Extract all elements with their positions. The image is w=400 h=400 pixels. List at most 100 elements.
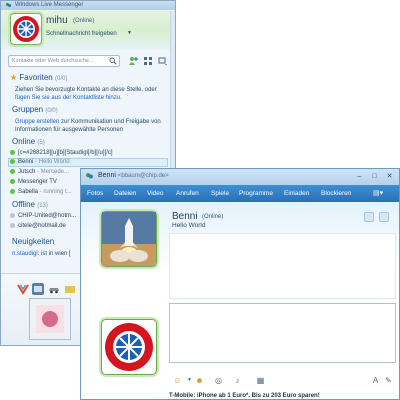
online-group-header[interactable]: Online (5) bbox=[12, 137, 45, 146]
contact-menu-button[interactable] bbox=[379, 212, 389, 222]
menu-call[interactable]: Anrufen bbox=[176, 188, 199, 199]
contact-name: [c=#268218][u][b][Staudigl[/b][/u][/c] bbox=[18, 150, 113, 156]
online-status-icon bbox=[10, 178, 15, 184]
star-icon: ★ bbox=[10, 73, 18, 82]
search-icon[interactable] bbox=[109, 57, 117, 65]
contact-status: (Online) bbox=[202, 214, 224, 220]
contact-personal-message: Hello World bbox=[172, 222, 206, 229]
contact-row[interactable]: [c=#268218][u][b][Staudigl[/b][/u][/c] bbox=[10, 149, 113, 157]
chat-window: Benni <bbaum@chip.de> – □ ✕ Fotos Dateie… bbox=[80, 168, 400, 400]
fc-bayern-logo-icon bbox=[13, 16, 39, 42]
conversation-history[interactable] bbox=[169, 233, 396, 299]
groups-title: Gruppen bbox=[12, 105, 44, 114]
main-window-title: Windows Live Messenger bbox=[15, 2, 84, 8]
contact-row[interactable]: Messenger TV bbox=[10, 178, 57, 186]
user-status[interactable]: (Online) bbox=[73, 18, 94, 24]
favorites-hint-line1: Ziehen Sie bevorzugte Kontakte an diese … bbox=[15, 87, 157, 93]
groups-header[interactable]: Gruppen (0/0) bbox=[12, 105, 58, 114]
online-title: Online bbox=[12, 137, 36, 146]
chat-title-email: <bbaum@chip.de> bbox=[117, 173, 169, 179]
car-app-icon[interactable] bbox=[48, 283, 60, 295]
minimize-button[interactable]: – bbox=[354, 172, 365, 181]
ad-banner[interactable]: T-Mobile: iPhone ab 1 Euro*. Bis zu 203 … bbox=[169, 393, 320, 399]
groups-hint-text: zur Kommunikation und Freigabe von bbox=[59, 119, 161, 125]
contact-row[interactable]: Jutsch - Mercede... bbox=[10, 168, 69, 176]
folder-app-icon[interactable] bbox=[64, 283, 76, 295]
contact-message: - Mercede... bbox=[35, 169, 70, 175]
favorites-title: Favoriten bbox=[19, 73, 53, 82]
contact-name: Sabella bbox=[18, 189, 39, 195]
handwriting-icon[interactable]: ✎ bbox=[384, 376, 393, 385]
maximize-button[interactable]: □ bbox=[369, 172, 380, 181]
menu-options-icon[interactable]: ▤▾ bbox=[373, 188, 383, 199]
add-contact-icon[interactable] bbox=[128, 56, 138, 66]
offline-status-icon bbox=[10, 222, 15, 228]
online-status-icon bbox=[10, 168, 15, 174]
contact-card-button[interactable] bbox=[364, 212, 374, 222]
menu-invite[interactable]: Einladen bbox=[284, 188, 309, 199]
main-title-bar[interactable]: Windows Live Messenger bbox=[1, 1, 175, 10]
favorites-hint-link[interactable]: fügen Sie sie aus der Kontaktliste hinzu… bbox=[15, 94, 122, 102]
groups-hint-line2: Informationen für ausgewählte Personen bbox=[15, 127, 124, 133]
nudge-icon[interactable]: ◎ bbox=[214, 376, 223, 385]
contact-name: citele@hotmail.de bbox=[18, 223, 66, 229]
menu-photos[interactable]: Fotos bbox=[87, 188, 103, 199]
groups-count: (0/0) bbox=[45, 108, 58, 114]
contact-row[interactable]: citele@hotmail.de bbox=[10, 222, 66, 230]
offline-group-header[interactable]: Offline (13) bbox=[12, 200, 48, 209]
menu-files[interactable]: Dateien bbox=[114, 188, 136, 199]
contact-display-picture[interactable] bbox=[101, 211, 157, 267]
create-group-link[interactable]: Gruppe erstellen bbox=[15, 119, 59, 125]
online-status-icon bbox=[10, 158, 15, 164]
close-button[interactable]: ✕ bbox=[384, 172, 395, 181]
menu-programs[interactable]: Programme bbox=[239, 188, 273, 199]
news-user-link[interactable]: n.staudigl bbox=[12, 251, 38, 257]
menu-block[interactable]: Blockieren bbox=[321, 188, 351, 199]
favorites-header[interactable]: ★ Favoriten (0/0) bbox=[10, 73, 67, 82]
personal-message-dropdown-icon[interactable]: ▼ bbox=[127, 30, 132, 36]
space-shuttle-launch-icon bbox=[102, 212, 156, 266]
user-display-name[interactable]: mihu bbox=[46, 15, 68, 26]
user-personal-message[interactable]: Schnellnachricht freigeben bbox=[46, 31, 117, 37]
chat-window-title: Benni <bbaum@chip.de> bbox=[98, 172, 169, 179]
online-count: (5) bbox=[37, 140, 45, 146]
contact-row[interactable]: Benni - Hello World bbox=[10, 158, 70, 166]
contact-name: Jutsch bbox=[18, 169, 36, 175]
contact-message: - Hello World bbox=[33, 159, 70, 165]
shared-thumbnail[interactable] bbox=[29, 298, 71, 340]
options-menu-icon[interactable] bbox=[158, 56, 168, 66]
contact-row[interactable]: Sabella - running t... bbox=[10, 188, 72, 196]
messenger-buddy-icon bbox=[86, 173, 93, 179]
online-status-icon bbox=[10, 149, 15, 155]
font-icon[interactable]: A bbox=[371, 376, 380, 385]
message-input[interactable] bbox=[169, 303, 396, 363]
user-avatar[interactable] bbox=[10, 13, 42, 45]
contact-name: Benni bbox=[172, 211, 198, 222]
news-header[interactable]: Neuigkeiten bbox=[12, 237, 54, 246]
menu-video[interactable]: Video bbox=[147, 188, 164, 199]
change-view-icon[interactable] bbox=[143, 56, 153, 66]
menu-games[interactable]: Spiele bbox=[211, 188, 229, 199]
photos-app-icon[interactable] bbox=[32, 283, 44, 295]
voice-clip-icon[interactable]: ♪ bbox=[233, 376, 242, 385]
contact-name: CHIP-United@hotm... bbox=[18, 213, 77, 219]
my-display-picture[interactable] bbox=[101, 319, 157, 375]
wink-icon[interactable]: ☻ bbox=[195, 376, 204, 385]
news-text: : ist in wien [ bbox=[37, 251, 71, 257]
online-status-icon bbox=[10, 188, 15, 194]
webcam-preview-icon bbox=[36, 305, 64, 333]
contact-search-box[interactable]: Kontakte oder Web durchsuche... bbox=[8, 55, 120, 67]
contact-row[interactable]: CHIP-United@hotm... bbox=[10, 212, 76, 220]
emoticon-dropdown-icon[interactable]: ▼ bbox=[185, 376, 194, 385]
messenger-logo-icon bbox=[5, 2, 12, 8]
background-icon[interactable]: ▦ bbox=[256, 376, 265, 385]
emoticon-icon[interactable]: ☺ bbox=[173, 376, 182, 385]
chat-title-bar[interactable]: Benni <bbaum@chip.de> – □ ✕ bbox=[81, 169, 399, 185]
news-item[interactable]: n.staudigl: ist in wien [ bbox=[12, 250, 71, 258]
windows-live-icon[interactable] bbox=[17, 283, 29, 295]
chat-title-name: Benni bbox=[98, 172, 116, 179]
offline-title: Offline bbox=[12, 200, 35, 209]
contact-message: - running t... bbox=[38, 189, 72, 195]
chat-menu-bar: Fotos Dateien Video Anrufen Spiele Progr… bbox=[81, 185, 399, 202]
contact-name: Benni bbox=[18, 159, 34, 165]
